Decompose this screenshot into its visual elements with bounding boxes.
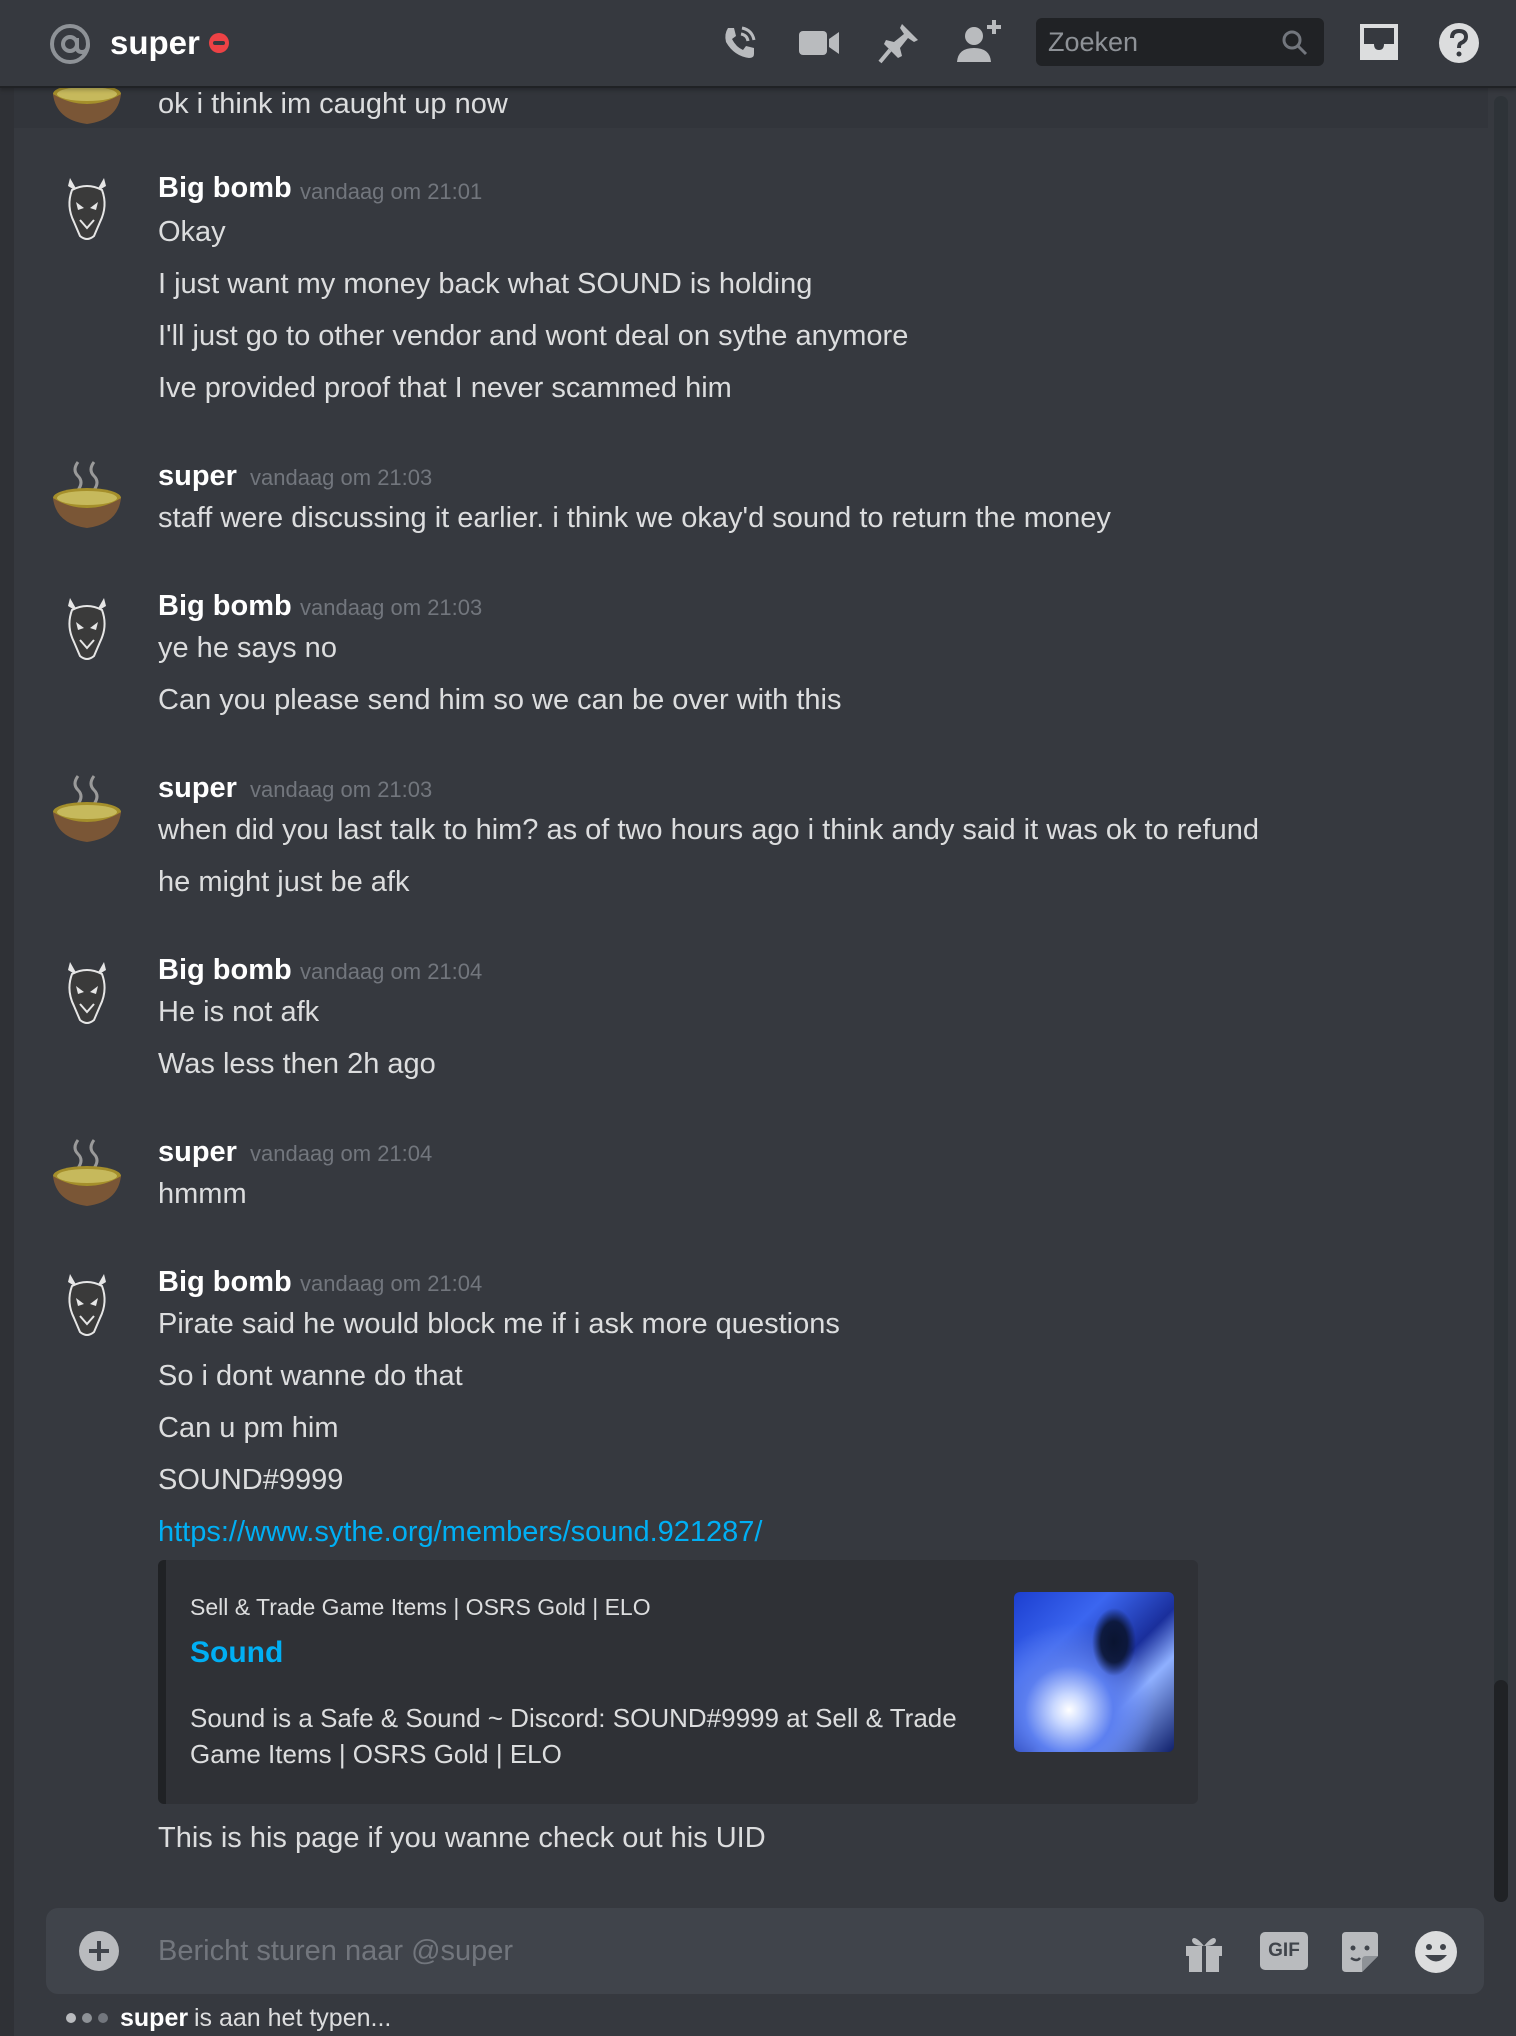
search-input[interactable] [1048,26,1268,58]
avatar[interactable] [50,1136,124,1210]
gif-icon[interactable]: GIF [1260,1932,1308,1970]
message-line: I just want my money back what SOUND is … [158,268,813,300]
avatar[interactable] [50,172,124,246]
sticker-icon[interactable] [1336,1928,1384,1976]
message-link[interactable]: https://www.sythe.org/members/sound.9212… [158,1512,762,1552]
message-line: SOUND#9999 [158,1464,344,1496]
message-timestamp: vandaag om 21:04 [300,959,483,984]
gift-icon[interactable] [1180,1928,1228,1976]
message-line: Was less then 2h ago [158,1048,436,1080]
message-timestamp: vandaag om 21:04 [300,1271,483,1296]
message-line: ok i think im caught up now [158,88,508,120]
avatar[interactable] [50,592,124,666]
avatar[interactable] [50,458,124,532]
message-author[interactable]: super [158,768,237,808]
message-line: Ive provided proof that I never scammed … [158,372,732,404]
pin-icon[interactable] [874,18,924,68]
message-author[interactable]: Big bomb [158,1262,292,1302]
message-list: ok i think im caught up now Big bomb van… [0,0,1490,1900]
message-author[interactable]: Big bomb [158,586,292,626]
embed-description: Sound is a Safe & Sound ~ Discord: SOUND… [190,1703,957,1769]
message-line: I'll just go to other vendor and wont de… [158,320,909,352]
message-line: Can you please send him so we can be ove… [158,684,842,716]
message-line: So i dont wanne do that [158,1360,463,1392]
dnd-status-icon [209,33,229,53]
message-line: ye he says no [158,632,337,664]
message-author[interactable]: super [158,456,237,496]
message-line: Pirate said he would block me if i ask m… [158,1308,840,1340]
avatar [50,84,124,128]
message-timestamp: vandaag om 21:01 [300,179,483,204]
message-timestamp: vandaag om 21:03 [250,777,433,802]
embed-provider[interactable]: Sell & Trade Game Items | OSRS Gold | EL… [190,1594,651,1621]
message-line: staff were discussing it earlier. i thin… [158,502,1111,534]
message-line: when did you last talk to him? as of two… [158,814,1259,846]
plus-icon[interactable] [78,1930,120,1972]
embed-title[interactable]: Sound [190,1636,283,1670]
channel-header: super [0,0,1516,88]
typing-user: super [120,2004,189,2032]
dm-title: super [110,24,200,61]
message-line: Can u pm him [158,1412,339,1444]
message-line: Okay [158,216,226,248]
inbox-icon[interactable] [1354,18,1404,68]
phone-call-icon[interactable] [714,18,764,68]
message-line: he might just be afk [158,866,410,898]
add-friend-icon[interactable] [954,18,1004,68]
message-line: He is not afk [158,996,320,1028]
video-icon[interactable] [794,18,844,68]
message-author[interactable]: Big bomb [158,950,292,990]
message-input[interactable] [158,1930,1158,1972]
message-line: This is his page if you wanne check out … [158,1822,766,1854]
typing-dots-icon [66,2013,108,2023]
message-author[interactable]: super [158,1132,237,1172]
message-timestamp: vandaag om 21:03 [300,595,483,620]
link-embed: Sell & Trade Game Items | OSRS Gold | EL… [158,1560,1198,1804]
scrollbar-track[interactable] [1494,96,1508,1902]
avatar[interactable] [50,1268,124,1342]
embed-thumbnail[interactable] [1014,1592,1174,1752]
message-composer: GIF [46,1908,1484,1994]
help-icon[interactable] [1434,18,1484,68]
message-timestamp: vandaag om 21:03 [250,465,433,490]
search-icon[interactable] [1280,28,1308,56]
message-author[interactable]: Big bomb [158,168,292,208]
at-icon [50,24,90,64]
avatar[interactable] [50,956,124,1030]
message-timestamp: vandaag om 21:04 [250,1141,433,1166]
avatar[interactable] [50,772,124,846]
scrollbar-thumb[interactable] [1494,1680,1508,1902]
message-line: hmmm [158,1178,247,1210]
emoji-icon[interactable] [1412,1928,1460,1976]
typing-text: is aan het typen... [194,2004,392,2032]
